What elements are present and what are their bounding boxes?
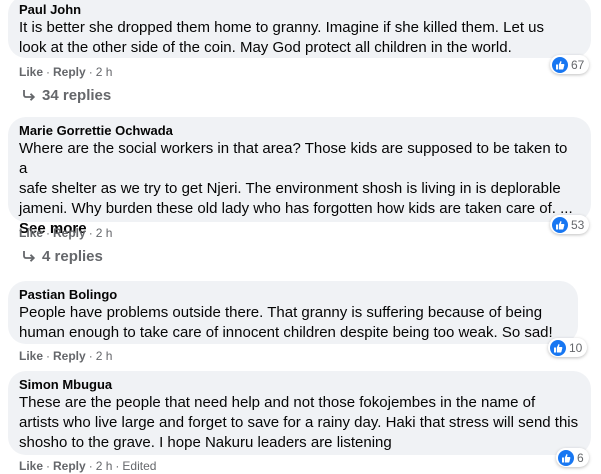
timestamp[interactable]: 2 h bbox=[96, 64, 113, 80]
comment-author[interactable]: Simon Mbugua bbox=[19, 376, 579, 393]
reaction-count-number: 10 bbox=[569, 340, 583, 355]
reply-button[interactable]: Reply bbox=[53, 348, 86, 364]
reply-button[interactable]: Reply bbox=[53, 225, 86, 241]
comment-actions: Like · Reply · 2 h · Edited bbox=[19, 458, 156, 474]
timestamp[interactable]: 2 h bbox=[96, 225, 113, 241]
reaction-count-number: 67 bbox=[571, 57, 585, 72]
comment-actions: Like · Reply · 2 h bbox=[19, 225, 112, 241]
comment-text-line: safe shelter as we try to get Njeri. The… bbox=[19, 180, 561, 197]
separator-dot: · bbox=[46, 459, 51, 473]
replies-label: 4 replies bbox=[42, 248, 103, 265]
comment-text-line: It is better she dropped them home to gr… bbox=[19, 19, 545, 36]
separator-dot: · bbox=[88, 349, 93, 363]
comment-bubble: Marie Gorrettie Ochwada Where are the so… bbox=[8, 117, 591, 237]
reply-button[interactable]: Reply bbox=[53, 64, 86, 80]
comment-text-line: People have problems outside there. That… bbox=[19, 304, 543, 321]
separator-dot: · bbox=[88, 65, 93, 79]
like-button[interactable]: Like bbox=[19, 348, 43, 364]
reply-button[interactable]: Reply bbox=[53, 458, 86, 474]
reaction-count[interactable]: 10 bbox=[548, 338, 588, 357]
comment-author[interactable]: Paul John bbox=[19, 1, 579, 18]
comment-author[interactable]: Marie Gorrettie Ochwada bbox=[19, 122, 579, 139]
separator-dot: · bbox=[88, 459, 93, 473]
comment-author[interactable]: Pastian Bolingo bbox=[19, 286, 566, 303]
reaction-count-number: 6 bbox=[577, 450, 584, 465]
thumbs-up-icon bbox=[550, 339, 566, 356]
comment-bubble: Pastian Bolingo People have problems out… bbox=[8, 281, 578, 344]
comment-text-line: artists who live large and forget to sav… bbox=[19, 414, 579, 431]
reaction-count-number: 53 bbox=[571, 217, 585, 232]
comment-bubble: Simon Mbugua These are the people that n… bbox=[8, 371, 591, 455]
replies-label: 34 replies bbox=[42, 87, 112, 104]
like-button[interactable]: Like bbox=[19, 458, 43, 474]
comment-text-line: Where are the social workers in that are… bbox=[19, 140, 568, 177]
comment-actions: Like · Reply · 2 h bbox=[19, 64, 112, 80]
comment-text-line: jameni. Why burden these old lady who ha… bbox=[19, 200, 573, 217]
edited-label: Edited bbox=[122, 459, 157, 473]
like-button[interactable]: Like bbox=[19, 64, 43, 80]
reaction-count[interactable]: 53 bbox=[550, 215, 590, 234]
thumbs-up-icon bbox=[558, 449, 574, 466]
comment-text-line: shosho to the grave. I hope Nakuru leade… bbox=[19, 434, 392, 451]
comment-bubble: Paul John It is better she dropped them … bbox=[8, 0, 591, 58]
comment-text-line: look at the other side of the coin. May … bbox=[19, 39, 512, 56]
timestamp[interactable]: 2 h bbox=[96, 458, 113, 474]
timestamp[interactable]: 2 h bbox=[96, 348, 113, 364]
reaction-count[interactable]: 67 bbox=[550, 55, 590, 74]
thumbs-up-icon bbox=[552, 56, 568, 73]
separator-dot: · bbox=[46, 349, 51, 363]
view-replies-link[interactable]: 34 replies bbox=[22, 86, 111, 106]
separator-dot: · bbox=[46, 226, 51, 240]
reaction-count[interactable]: 6 bbox=[556, 448, 589, 467]
comment-text-line: These are the people that need help and … bbox=[19, 394, 536, 411]
view-replies-link[interactable]: 4 replies bbox=[22, 247, 103, 267]
separator-dot: · bbox=[88, 226, 93, 240]
comment-text-line: human enough to take care of innocent ch… bbox=[19, 324, 553, 341]
comment-actions: Like · Reply · 2 h bbox=[19, 348, 112, 364]
separator-dot: · bbox=[46, 65, 51, 79]
reply-arrow-icon bbox=[23, 251, 36, 262]
like-button[interactable]: Like bbox=[19, 225, 43, 241]
separator-dot: · bbox=[115, 459, 120, 473]
reply-arrow-icon bbox=[23, 90, 36, 101]
thumbs-up-icon bbox=[552, 216, 568, 233]
